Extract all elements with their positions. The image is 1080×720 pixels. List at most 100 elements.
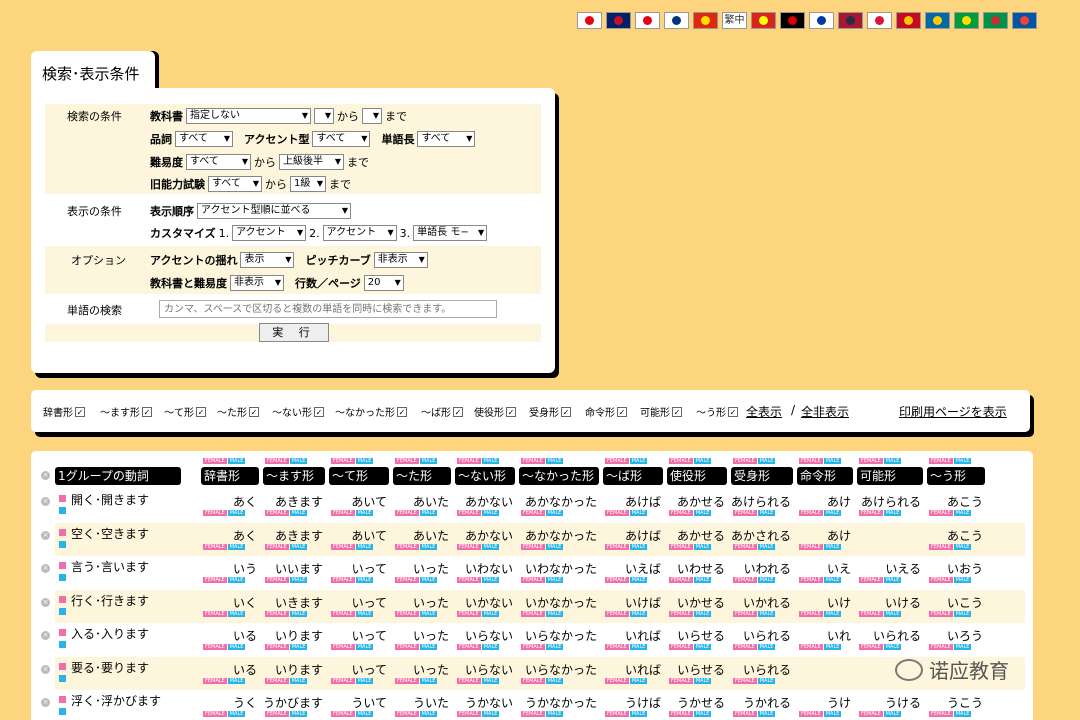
poland-flag-icon[interactable] xyxy=(867,12,892,29)
female-audio-button[interactable]: FEMALE xyxy=(203,458,227,464)
length-select[interactable]: すべて xyxy=(417,131,476,147)
male-audio-button[interactable]: MALE xyxy=(693,510,712,516)
tbdiff-select[interactable]: 非表示 xyxy=(230,275,284,291)
female-audio-button[interactable]: FEMALE xyxy=(733,543,757,550)
customize-1-select[interactable]: アクセント xyxy=(232,225,307,241)
column-header[interactable]: 〜ば形 xyxy=(603,467,663,485)
male-audio-button[interactable]: MALE xyxy=(355,577,374,583)
female-audio-button[interactable]: FEMALE xyxy=(265,543,289,550)
male-audio-button[interactable]: MALE xyxy=(693,711,712,717)
female-audio-button[interactable]: FEMALE xyxy=(799,510,823,516)
male-audio-button[interactable]: MALE xyxy=(757,711,776,717)
column-header[interactable]: 辞書形 xyxy=(201,467,259,485)
pitch-select[interactable]: 非表示 xyxy=(373,252,428,268)
male-audio-button[interactable]: MALE xyxy=(545,510,564,516)
male-audio-button[interactable]: MALE xyxy=(545,577,564,583)
male-audio-button[interactable]: MALE xyxy=(883,711,902,717)
remove-row-icon[interactable]: × xyxy=(41,530,50,540)
spain-flag-icon[interactable] xyxy=(896,12,921,29)
female-audio-button[interactable]: FEMALE xyxy=(929,610,953,617)
order-select[interactable]: アクセント型順に並べる xyxy=(197,203,351,219)
female-audio-button[interactable]: FEMALE xyxy=(605,677,629,684)
china-flag-icon[interactable] xyxy=(693,12,718,29)
male-audio-button[interactable]: MALE xyxy=(693,610,712,617)
male-audio-button[interactable]: MALE xyxy=(481,577,500,583)
female-audio-button[interactable]: FEMALE xyxy=(395,644,419,650)
female-audio-button[interactable]: FEMALE xyxy=(265,610,289,617)
male-audio-button[interactable]: MALE xyxy=(757,543,776,550)
filter-item[interactable]: 辞書形 ✓ xyxy=(43,404,85,419)
female-audio-icon[interactable] xyxy=(59,662,66,670)
female-audio-button[interactable]: FEMALE xyxy=(859,510,883,516)
male-audio-button[interactable]: MALE xyxy=(419,610,438,617)
male-audio-button[interactable]: MALE xyxy=(693,577,712,583)
column-header[interactable]: 使役形 xyxy=(667,467,727,485)
female-audio-button[interactable]: FEMALE xyxy=(605,711,629,717)
male-audio-button[interactable]: MALE xyxy=(629,677,648,684)
japan-flag-icon[interactable] xyxy=(577,12,602,29)
female-audio-button[interactable]: FEMALE xyxy=(457,458,481,464)
search-tab[interactable]: 検索･表示条件 xyxy=(31,51,155,93)
male-audio-button[interactable]: MALE xyxy=(693,543,712,550)
male-audio-button[interactable]: MALE xyxy=(629,711,648,717)
female-audio-button[interactable]: FEMALE xyxy=(331,577,355,583)
female-audio-button[interactable]: FEMALE xyxy=(395,711,419,717)
filter-checkbox[interactable]: ✓ xyxy=(196,406,206,417)
print-page-link[interactable]: 印刷用ページを表示 xyxy=(899,403,1007,420)
female-audio-button[interactable]: FEMALE xyxy=(733,577,757,583)
male-audio-button[interactable]: MALE xyxy=(823,458,842,464)
male-audio-button[interactable]: MALE xyxy=(289,610,308,617)
filter-item[interactable]: 〜ば形 ✓ xyxy=(421,404,463,419)
italy-flag-icon[interactable] xyxy=(983,12,1008,29)
filter-item[interactable]: 受身形 ✓ xyxy=(529,404,571,419)
male-audio-button[interactable]: MALE xyxy=(419,510,438,516)
female-audio-button[interactable]: FEMALE xyxy=(669,510,693,516)
female-audio-button[interactable]: FEMALE xyxy=(457,577,481,583)
male-audio-button[interactable]: MALE xyxy=(545,610,564,617)
male-audio-button[interactable]: MALE xyxy=(953,543,972,550)
female-audio-button[interactable]: FEMALE xyxy=(265,577,289,583)
show-all-link[interactable]: 全表示 xyxy=(746,403,782,420)
male-audio-button[interactable]: MALE xyxy=(419,458,438,464)
filter-checkbox[interactable]: ✓ xyxy=(617,406,627,417)
female-audio-icon[interactable] xyxy=(59,495,66,502)
column-header[interactable]: 命令形 xyxy=(797,467,853,485)
filter-item[interactable]: 〜た形 ✓ xyxy=(217,404,259,419)
female-audio-button[interactable]: FEMALE xyxy=(457,543,481,550)
male-audio-button[interactable]: MALE xyxy=(289,711,308,717)
female-audio-button[interactable]: FEMALE xyxy=(457,711,481,717)
male-audio-button[interactable]: MALE xyxy=(823,711,842,717)
male-audio-button[interactable]: MALE xyxy=(355,458,374,464)
female-audio-button[interactable]: FEMALE xyxy=(929,711,953,717)
male-audio-button[interactable]: MALE xyxy=(953,510,972,516)
male-audio-icon[interactable] xyxy=(59,607,66,615)
female-audio-button[interactable]: FEMALE xyxy=(605,458,629,464)
female-audio-button[interactable]: FEMALE xyxy=(929,644,953,650)
male-audio-button[interactable]: MALE xyxy=(883,458,902,464)
male-audio-button[interactable]: MALE xyxy=(953,644,972,650)
female-audio-button[interactable]: FEMALE xyxy=(331,644,355,650)
female-audio-button[interactable]: FEMALE xyxy=(521,711,545,717)
male-audio-button[interactable]: MALE xyxy=(419,543,438,550)
male-audio-button[interactable]: MALE xyxy=(545,677,564,684)
male-audio-button[interactable]: MALE xyxy=(227,458,246,464)
uk-flag-icon[interactable] xyxy=(606,12,631,29)
male-audio-button[interactable]: MALE xyxy=(419,644,438,650)
female-audio-button[interactable]: FEMALE xyxy=(799,644,823,650)
male-audio-button[interactable]: MALE xyxy=(545,711,564,717)
female-audio-button[interactable]: FEMALE xyxy=(669,577,693,583)
female-audio-button[interactable]: FEMALE xyxy=(457,510,481,516)
female-audio-button[interactable]: FEMALE xyxy=(457,610,481,617)
female-audio-button[interactable]: FEMALE xyxy=(669,543,693,550)
filter-checkbox[interactable]: ✓ xyxy=(506,406,516,417)
sweden-flag-icon[interactable] xyxy=(925,12,950,29)
word-search-input[interactable] xyxy=(159,300,497,318)
customize-3-select[interactable]: 単語長 モ− xyxy=(413,225,488,241)
male-audio-button[interactable]: MALE xyxy=(953,610,972,617)
female-audio-button[interactable]: FEMALE xyxy=(521,510,545,516)
female-audio-button[interactable]: FEMALE xyxy=(669,711,693,717)
pos-select[interactable]: すべて xyxy=(175,131,233,147)
filter-item[interactable]: 命令形 ✓ xyxy=(585,404,627,419)
filter-checkbox[interactable]: ✓ xyxy=(453,406,463,417)
filter-checkbox[interactable]: ✓ xyxy=(728,406,738,417)
